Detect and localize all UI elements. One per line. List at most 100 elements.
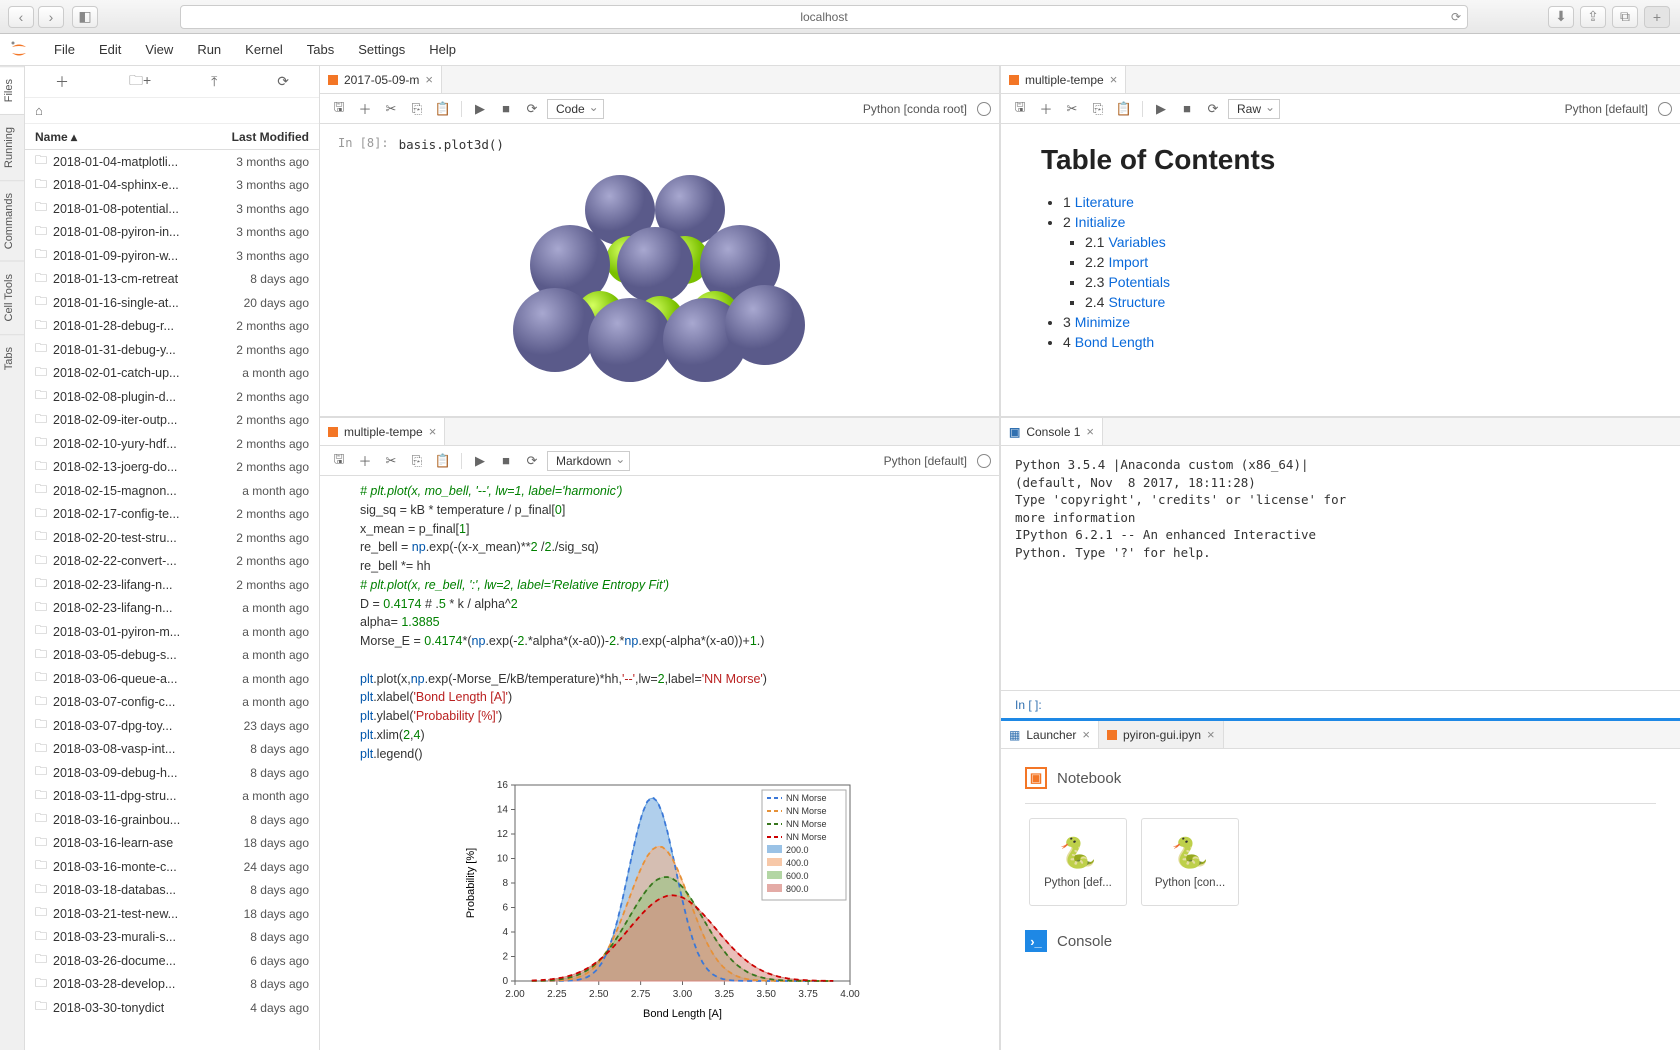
toc-link[interactable]: Import xyxy=(1108,254,1148,270)
forward-button[interactable]: › xyxy=(38,6,64,28)
file-row[interactable]: 🗀2018-01-04-matplotli...3 months ago xyxy=(25,150,319,174)
file-row[interactable]: 🗀2018-02-23-lifang-n...2 months ago xyxy=(25,573,319,597)
file-row[interactable]: 🗀2018-02-01-catch-up...a month ago xyxy=(25,362,319,386)
file-row[interactable]: 🗀2018-03-18-databas...8 days ago xyxy=(25,879,319,903)
stop-icon[interactable]: ■ xyxy=(495,450,517,472)
toc-link[interactable]: Bond Length xyxy=(1075,334,1154,350)
upload-icon[interactable]: ⤒ xyxy=(211,73,217,90)
close-icon[interactable]: × xyxy=(1086,424,1094,439)
file-row[interactable]: 🗀2018-03-07-config-c...a month ago xyxy=(25,691,319,715)
menu-kernel[interactable]: Kernel xyxy=(233,42,295,57)
sidebar-toggle-button[interactable]: ◧ xyxy=(72,6,98,28)
tabs-button[interactable]: ⧉ xyxy=(1612,6,1638,28)
celltype-select[interactable]: Raw xyxy=(1228,99,1280,119)
file-row[interactable]: 🗀2018-03-06-queue-a...a month ago xyxy=(25,667,319,691)
file-row[interactable]: 🗀2018-03-16-learn-ase18 days ago xyxy=(25,832,319,856)
file-row[interactable]: 🗀2018-02-09-iter-outp...2 months ago xyxy=(25,409,319,433)
save-icon[interactable]: 🖫 xyxy=(328,450,350,472)
file-row[interactable]: 🗀2018-01-28-debug-r...2 months ago xyxy=(25,315,319,339)
file-row[interactable]: 🗀2018-03-08-vasp-int...8 days ago xyxy=(25,738,319,762)
kernel-name[interactable]: Python [default] xyxy=(1565,102,1648,116)
run-icon[interactable]: ▶ xyxy=(469,450,491,472)
address-bar[interactable]: localhost ⟳ xyxy=(180,5,1468,29)
new-launcher-icon[interactable]: ＋ xyxy=(55,72,69,92)
close-icon[interactable]: × xyxy=(1110,72,1118,87)
kernel-name[interactable]: Python [conda root] xyxy=(863,102,967,116)
cut-icon[interactable]: ✂ xyxy=(380,450,402,472)
new-folder-icon[interactable]: 🗀+ xyxy=(129,70,151,94)
tab-multiple-tempe-top[interactable]: multiple-tempe × xyxy=(1001,66,1126,93)
new-tab-button[interactable]: + xyxy=(1644,6,1670,28)
toc-link[interactable]: Initialize xyxy=(1075,214,1126,230)
sidetab-commands[interactable]: Commands xyxy=(0,180,24,261)
save-icon[interactable]: 🖫 xyxy=(328,98,350,120)
menu-run[interactable]: Run xyxy=(185,42,233,57)
file-row[interactable]: 🗀2018-01-31-debug-y...2 months ago xyxy=(25,338,319,362)
console-input[interactable] xyxy=(1052,697,1666,712)
code-cell[interactable]: # plt.plot(x, mo_bell, '--', lw=1, label… xyxy=(320,476,999,769)
file-row[interactable]: 🗀2018-03-16-grainbou...8 days ago xyxy=(25,808,319,832)
toc-link[interactable]: Variables xyxy=(1108,234,1165,250)
stop-icon[interactable]: ■ xyxy=(495,98,517,120)
toc-link[interactable]: Structure xyxy=(1108,294,1165,310)
save-icon[interactable]: 🖫 xyxy=(1009,98,1031,120)
sidetab-running[interactable]: Running xyxy=(0,114,24,180)
reload-icon[interactable]: ⟳ xyxy=(1451,10,1461,24)
file-row[interactable]: 🗀2018-01-08-potential...3 months ago xyxy=(25,197,319,221)
add-cell-icon[interactable]: ＋ xyxy=(1035,98,1057,120)
file-row[interactable]: 🗀2018-03-28-develop...8 days ago xyxy=(25,973,319,997)
add-cell-icon[interactable]: ＋ xyxy=(354,450,376,472)
launcher-card-python-conda[interactable]: 🐍 Python [con... xyxy=(1141,818,1239,906)
file-row[interactable]: 🗀2018-02-22-convert-...2 months ago xyxy=(25,550,319,574)
run-icon[interactable]: ▶ xyxy=(1150,98,1172,120)
molecule-3d-output[interactable] xyxy=(328,159,991,401)
sidetab-files[interactable]: Files xyxy=(0,66,24,114)
stop-icon[interactable]: ■ xyxy=(1176,98,1198,120)
modified-column[interactable]: Last Modified xyxy=(232,130,309,144)
back-button[interactable]: ‹ xyxy=(8,6,34,28)
tab-multiple-tempe-bottom[interactable]: multiple-tempe × xyxy=(320,418,445,445)
refresh-icon[interactable]: ⟳ xyxy=(277,73,289,90)
file-row[interactable]: 🗀2018-02-23-lifang-n...a month ago xyxy=(25,597,319,621)
close-icon[interactable]: × xyxy=(425,72,433,87)
cell-input[interactable]: basis.plot3d() xyxy=(399,136,504,155)
home-icon[interactable]: ⌂ xyxy=(35,103,43,118)
celltype-select[interactable]: Code xyxy=(547,99,604,119)
tab-pyiron-gui[interactable]: pyiron-gui.ipyn × xyxy=(1099,721,1224,748)
menu-settings[interactable]: Settings xyxy=(346,42,417,57)
file-row[interactable]: 🗀2018-03-01-pyiron-m...a month ago xyxy=(25,620,319,644)
copy-icon[interactable]: ⎘ xyxy=(1087,98,1109,120)
file-list[interactable]: 🗀2018-01-04-matplotli...3 months ago🗀201… xyxy=(25,150,319,1050)
menu-view[interactable]: View xyxy=(133,42,185,57)
menu-help[interactable]: Help xyxy=(417,42,468,57)
download-button[interactable]: ⬇ xyxy=(1548,6,1574,28)
tab-console[interactable]: ▣ Console 1 × xyxy=(1001,418,1103,445)
celltype-select[interactable]: Markdown xyxy=(547,451,630,471)
file-row[interactable]: 🗀2018-02-13-joerg-do...2 months ago xyxy=(25,456,319,480)
file-row[interactable]: 🗀2018-03-21-test-new...18 days ago xyxy=(25,902,319,926)
breadcrumb[interactable]: ⌂ xyxy=(25,98,319,124)
file-row[interactable]: 🗀2018-03-07-dpg-toy...23 days ago xyxy=(25,714,319,738)
menu-file[interactable]: File xyxy=(42,42,87,57)
file-row[interactable]: 🗀2018-03-05-debug-s...a month ago xyxy=(25,644,319,668)
run-icon[interactable]: ▶ xyxy=(469,98,491,120)
add-cell-icon[interactable]: ＋ xyxy=(354,98,376,120)
file-row[interactable]: 🗀2018-01-04-sphinx-e...3 months ago xyxy=(25,174,319,198)
file-row[interactable]: 🗀2018-03-16-monte-c...24 days ago xyxy=(25,855,319,879)
menu-edit[interactable]: Edit xyxy=(87,42,133,57)
file-row[interactable]: 🗀2018-02-15-magnon...a month ago xyxy=(25,479,319,503)
sidetab-celltools[interactable]: Cell Tools xyxy=(0,261,24,334)
copy-icon[interactable]: ⎘ xyxy=(406,98,428,120)
restart-icon[interactable]: ⟳ xyxy=(521,98,543,120)
file-row[interactable]: 🗀2018-03-23-murali-s...8 days ago xyxy=(25,926,319,950)
cut-icon[interactable]: ✂ xyxy=(1061,98,1083,120)
close-icon[interactable]: × xyxy=(1082,727,1090,742)
file-row[interactable]: 🗀2018-01-09-pyiron-w...3 months ago xyxy=(25,244,319,268)
paste-icon[interactable]: 📋 xyxy=(1113,98,1135,120)
file-row[interactable]: 🗀2018-03-09-debug-h...8 days ago xyxy=(25,761,319,785)
file-row[interactable]: 🗀2018-01-16-single-at...20 days ago xyxy=(25,291,319,315)
file-row[interactable]: 🗀2018-03-11-dpg-stru...a month ago xyxy=(25,785,319,809)
file-row[interactable]: 🗀2018-01-08-pyiron-in...3 months ago xyxy=(25,221,319,245)
sidetab-tabs[interactable]: Tabs xyxy=(0,334,24,382)
close-icon[interactable]: × xyxy=(429,424,437,439)
